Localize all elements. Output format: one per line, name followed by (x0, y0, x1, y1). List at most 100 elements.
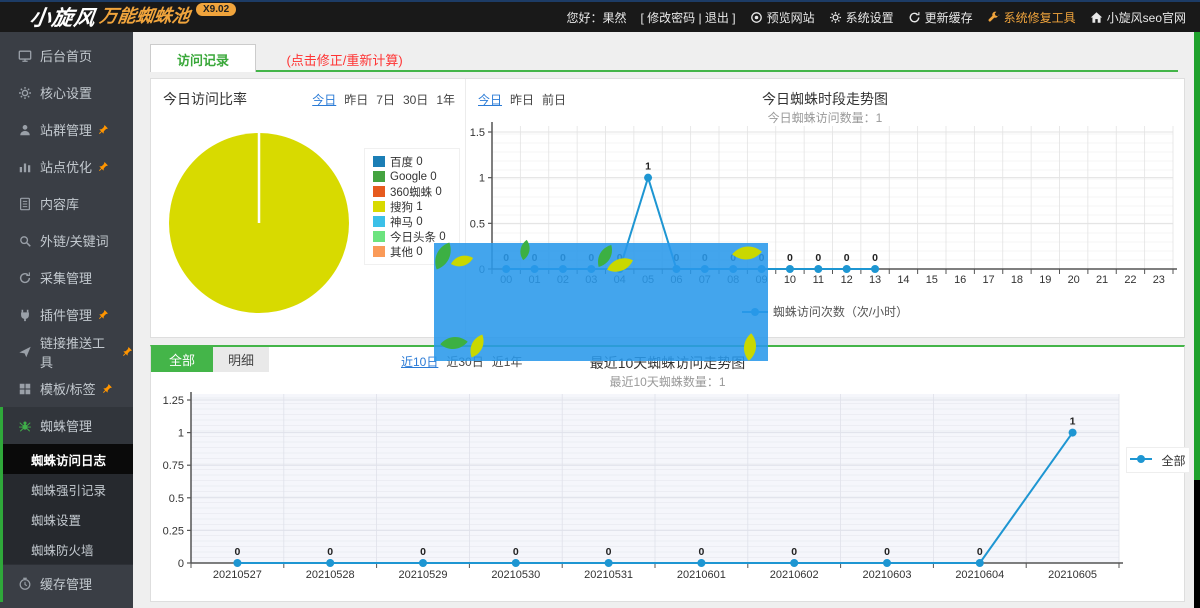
legend-swatch (373, 246, 385, 257)
svg-text:0.75: 0.75 (163, 460, 184, 472)
svg-text:0: 0 (606, 546, 612, 558)
svg-text:13: 13 (869, 274, 881, 286)
svg-text:22: 22 (1124, 274, 1136, 286)
legend-row: 百度 0 (373, 154, 459, 169)
svg-text:12: 12 (841, 274, 853, 286)
svg-text:0: 0 (234, 546, 240, 558)
submenu-item-spider-settings[interactable]: 蜘蛛设置 (3, 504, 133, 534)
svg-text:20210527: 20210527 (213, 569, 262, 581)
sidebar-item-site-optimize[interactable]: 站点优化 (0, 148, 133, 185)
pin-icon (102, 383, 113, 394)
pin-icon (122, 346, 133, 357)
grid-icon (18, 382, 32, 396)
refresh-cache-link[interactable]: 更新缓存 (908, 9, 973, 26)
user-greeting: 您好：果然 (566, 9, 626, 26)
daily-chart-legend: 全部 (1126, 447, 1190, 473)
range-link-1y[interactable]: 1年 (436, 91, 455, 108)
logo-secondary: 万能蜘蛛池 (98, 2, 192, 28)
gear-icon (829, 11, 842, 24)
preview-site-link[interactable]: 预览网站 (750, 9, 815, 26)
svg-text:0: 0 (178, 558, 184, 570)
sidebar-item-spider-management[interactable]: 蜘蛛管理 (3, 407, 133, 444)
svg-text:20210601: 20210601 (677, 569, 726, 581)
sidebar-item-content-library[interactable]: 内容库 (0, 185, 133, 222)
sidebar-item-link-push[interactable]: 链接推送工具 (0, 333, 133, 370)
submenu-item-spider-force-pull[interactable]: 蜘蛛强引记录 (3, 474, 133, 504)
pin-icon (98, 161, 109, 172)
sidebar-item-site-group[interactable]: 站群管理 (0, 111, 133, 148)
pin-icon (98, 309, 109, 320)
bar-chart-icon (18, 160, 32, 174)
range-link-30d[interactable]: 30日 (403, 91, 428, 108)
daily-line-chart: 00.250.50.7511.2520210527202105282021052… (151, 392, 1184, 589)
legend-swatch (373, 231, 385, 242)
scrollbar-thumb[interactable] (1194, 32, 1200, 480)
official-site-link[interactable]: 小旋风seo官网 (1090, 9, 1186, 26)
promo-overlay[interactable] (434, 243, 768, 361)
top-header: 小旋风 万能蜘蛛池 X9.02 您好：果然 [ 修改密码 | 退出 ] 预览网站… (0, 0, 1200, 32)
svg-text:20210605: 20210605 (1048, 569, 1097, 581)
svg-text:0: 0 (420, 546, 426, 558)
legend-swatch (373, 201, 385, 212)
wrench-icon (987, 11, 1000, 24)
svg-text:1: 1 (479, 173, 485, 185)
search-icon (18, 234, 32, 248)
spider-pool-dashboard: 小旋风 万能蜘蛛池 X9.02 您好：果然 [ 修改密码 | 退出 ] 预览网站… (0, 0, 1200, 608)
sidebar-item-plugins[interactable]: 插件管理 (0, 296, 133, 333)
spider-submenu: 蜘蛛访问日志 蜘蛛强引记录 蜘蛛设置 蜘蛛防火墙 (3, 444, 133, 564)
sidebar-item-core-settings[interactable]: 核心设置 (0, 74, 133, 111)
home-icon (1090, 11, 1103, 24)
hourly-chart-title: 今日蜘蛛时段走势图 (466, 89, 1184, 109)
account-links[interactable]: [ 修改密码 | 退出 ] (640, 9, 735, 26)
svg-text:0: 0 (844, 252, 850, 264)
svg-text:0: 0 (698, 546, 704, 558)
svg-text:0: 0 (513, 546, 519, 558)
send-icon (18, 345, 32, 359)
submenu-item-spider-firewall[interactable]: 蜘蛛防火墙 (3, 534, 133, 564)
pie-range-links: 今日 昨日 7日 30日 1年 (312, 91, 455, 108)
sidebar-item-templates-tags[interactable]: 模板/标签 (0, 370, 133, 407)
daily-stats-card: 全部 明细 近10日 近30日 近1年 最近10天蜘蛛访问走势图 最近10天蜘蛛… (150, 345, 1185, 602)
svg-text:18: 18 (1011, 274, 1023, 286)
gear-icon (18, 86, 32, 100)
svg-text:1: 1 (178, 428, 184, 440)
system-settings-link[interactable]: 系统设置 (829, 9, 894, 26)
sidebar: 后台首页 核心设置 站群管理 站点优化 内容库 外链/ (0, 32, 133, 608)
eye-icon (750, 11, 763, 24)
svg-text:0: 0 (884, 546, 890, 558)
pin-icon (98, 124, 109, 135)
sidebar-item-collection[interactable]: 采集管理 (0, 259, 133, 296)
svg-text:20: 20 (1068, 274, 1080, 286)
document-icon (18, 197, 32, 211)
legend-row: 神马 0 (373, 214, 459, 229)
spider-icon (18, 419, 32, 433)
svg-text:15: 15 (926, 274, 938, 286)
sidebar-item-backlinks-keywords[interactable]: 外链/关键词 (0, 222, 133, 259)
legend-swatch (373, 216, 385, 227)
tab-access-records[interactable]: 访问记录 (150, 44, 256, 72)
svg-text:1: 1 (1070, 416, 1076, 428)
submenu-item-spider-access-log[interactable]: 蜘蛛访问日志 (3, 444, 133, 474)
svg-text:14: 14 (897, 274, 909, 286)
range-link-yesterday[interactable]: 昨日 (344, 91, 368, 108)
range-link-7d[interactable]: 7日 (376, 91, 395, 108)
svg-text:0: 0 (977, 546, 983, 558)
svg-text:0.25: 0.25 (163, 525, 184, 537)
pie-panel-title: 今日访问比率 (163, 89, 247, 109)
recalculate-link[interactable]: (点击修正/重新计算) (286, 44, 402, 69)
svg-text:10: 10 (784, 274, 796, 286)
sidebar-item-cache-management[interactable]: 缓存管理 (3, 564, 133, 602)
plugin-icon (18, 308, 32, 322)
legend-row: 360蜘蛛 0 (373, 184, 459, 199)
tab-bar: 访问记录 (点击修正/重新计算) (150, 44, 1178, 72)
svg-text:20210604: 20210604 (955, 569, 1004, 581)
svg-text:21: 21 (1096, 274, 1108, 286)
sidebar-item-home[interactable]: 后台首页 (0, 37, 133, 74)
header-right: 您好：果然 [ 修改密码 | 退出 ] 预览网站 系统设置 更新缓存 系统修复工… (566, 9, 1200, 26)
svg-text:20210602: 20210602 (770, 569, 819, 581)
svg-text:0: 0 (815, 252, 821, 264)
repair-tools-link[interactable]: 系统修复工具 (987, 9, 1076, 26)
legend-swatch (373, 171, 385, 182)
scrollbar-track[interactable] (1194, 32, 1200, 608)
range-link-today[interactable]: 今日 (312, 91, 336, 108)
